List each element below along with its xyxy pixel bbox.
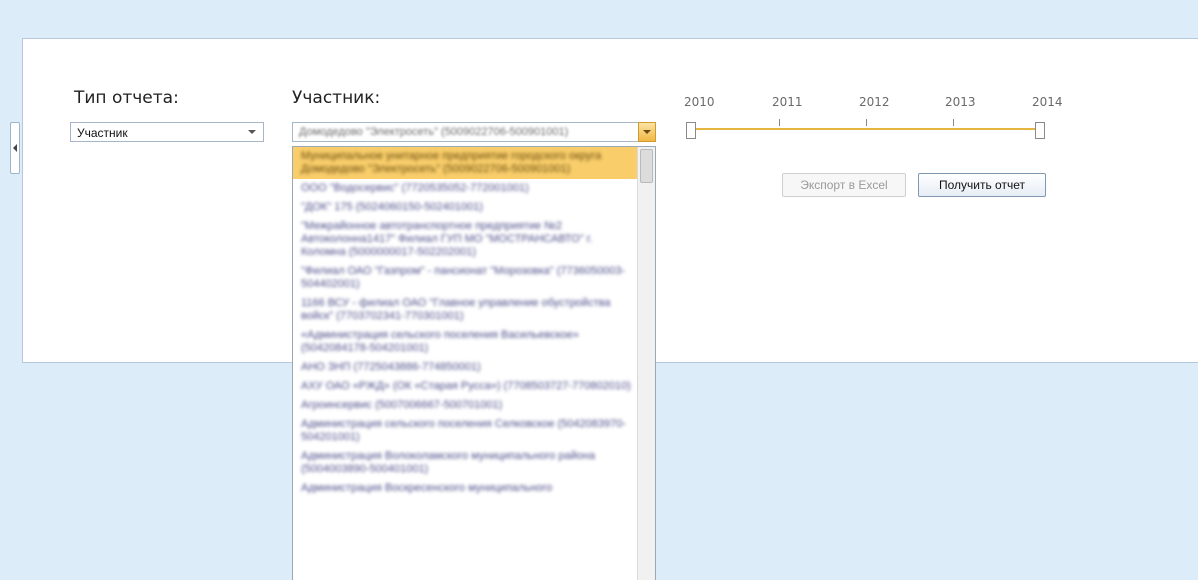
options-container: Муниципальное унитарное предприятие горо… bbox=[293, 147, 655, 498]
timeline-tick bbox=[866, 119, 867, 126]
participant-option-text: АХУ ОАО «РЖД» (ОК «Старая Русса») (77085… bbox=[301, 380, 631, 392]
participant-option-text: Муниципальное унитарное предприятие горо… bbox=[301, 150, 602, 175]
participant-option[interactable]: "ДОК" 175 (5024060150-502401001) bbox=[293, 198, 655, 217]
participant-option[interactable]: Администрация Воскресенского муниципальн… bbox=[293, 479, 655, 498]
timeline-range-track bbox=[692, 128, 1040, 130]
participant-option[interactable]: 1166 ВСУ - филиал ОАО "Главное управлени… bbox=[293, 294, 655, 326]
chevron-down-icon bbox=[643, 130, 651, 134]
participant-option[interactable]: «Администрация сельского поселения Васил… bbox=[293, 326, 655, 358]
range-end-handle[interactable] bbox=[1035, 122, 1045, 139]
participant-dropdown-trigger[interactable] bbox=[638, 122, 656, 142]
participant-label: Участник: bbox=[292, 88, 381, 108]
report-app: Тип отчета: Участник Участник: Домодедов… bbox=[0, 0, 1198, 580]
participant-option[interactable]: ООО "Водосервис" (7720535052-772001001) bbox=[293, 179, 655, 198]
participant-value: Домодедово "Электросеть" (5009022706-500… bbox=[299, 126, 569, 138]
participant-option[interactable]: АНО ЗНП (7725043886-774850001) bbox=[293, 358, 655, 377]
participant-option-text: Администрация Воскресенского муниципальн… bbox=[301, 482, 553, 494]
scrollbar-thumb[interactable] bbox=[640, 149, 653, 183]
report-type-label: Тип отчета: bbox=[74, 88, 179, 108]
participant-option[interactable]: АХУ ОАО «РЖД» (ОК «Старая Русса») (77085… bbox=[293, 377, 655, 396]
year-label: 2012 bbox=[859, 95, 890, 109]
participant-option-text: Администрация Волоколамского муниципальн… bbox=[301, 450, 596, 475]
report-type-value: Участник bbox=[77, 126, 128, 140]
participant-option-text: «Администрация сельского поселения Васил… bbox=[301, 329, 579, 354]
timeline-tick bbox=[953, 119, 954, 126]
participant-dropdown-list[interactable]: Муниципальное унитарное предприятие горо… bbox=[292, 146, 656, 580]
range-start-handle[interactable] bbox=[686, 122, 696, 139]
participant-option-text: 1166 ВСУ - филиал ОАО "Главное управлени… bbox=[301, 297, 611, 322]
export-excel-button[interactable]: Экспорт в Excel bbox=[782, 173, 906, 197]
participant-option-text: Администрация сельского поселения Селков… bbox=[301, 418, 627, 443]
dropdown-scrollbar[interactable] bbox=[637, 147, 655, 580]
participant-option-text: Агроинсервис (5007006667-500701001) bbox=[301, 399, 503, 411]
participant-option-text: "Межрайонное автотранспортное предприяти… bbox=[301, 220, 593, 258]
year-label: 2010 bbox=[684, 95, 715, 109]
timeline-tick bbox=[779, 119, 780, 126]
year-label: 2014 bbox=[1032, 95, 1063, 109]
participant-option[interactable]: Муниципальное унитарное предприятие горо… bbox=[293, 147, 655, 179]
participant-option-text: "Филиал ОАО "Газпром" - пансионат "Мороз… bbox=[301, 265, 626, 290]
collapse-panel-handle[interactable] bbox=[10, 122, 20, 174]
participant-option[interactable]: Администрация сельского поселения Селков… bbox=[293, 415, 655, 447]
participant-option[interactable]: Агроинсервис (5007006667-500701001) bbox=[293, 396, 655, 415]
participant-option-text: АНО ЗНП (7725043886-774850001) bbox=[301, 361, 481, 373]
participant-option-text: ООО "Водосервис" (7720535052-772001001) bbox=[301, 182, 529, 194]
participant-option[interactable]: Администрация Волоколамского муниципальн… bbox=[293, 447, 655, 479]
get-report-button[interactable]: Получить отчет bbox=[918, 173, 1046, 197]
year-label: 2013 bbox=[945, 95, 976, 109]
participant-option[interactable]: "Филиал ОАО "Газпром" - пансионат "Мороз… bbox=[293, 262, 655, 294]
report-type-select[interactable]: Участник bbox=[70, 122, 264, 142]
participant-select[interactable]: Домодедово "Электросеть" (5009022706-500… bbox=[292, 122, 656, 142]
participant-option-text: "ДОК" 175 (5024060150-502401001) bbox=[301, 201, 483, 213]
participant-option[interactable]: "Межрайонное автотранспортное предприяти… bbox=[293, 217, 655, 262]
chevron-down-icon[interactable] bbox=[248, 130, 256, 134]
year-label: 2011 bbox=[772, 95, 803, 109]
chevron-left-icon bbox=[13, 144, 17, 152]
